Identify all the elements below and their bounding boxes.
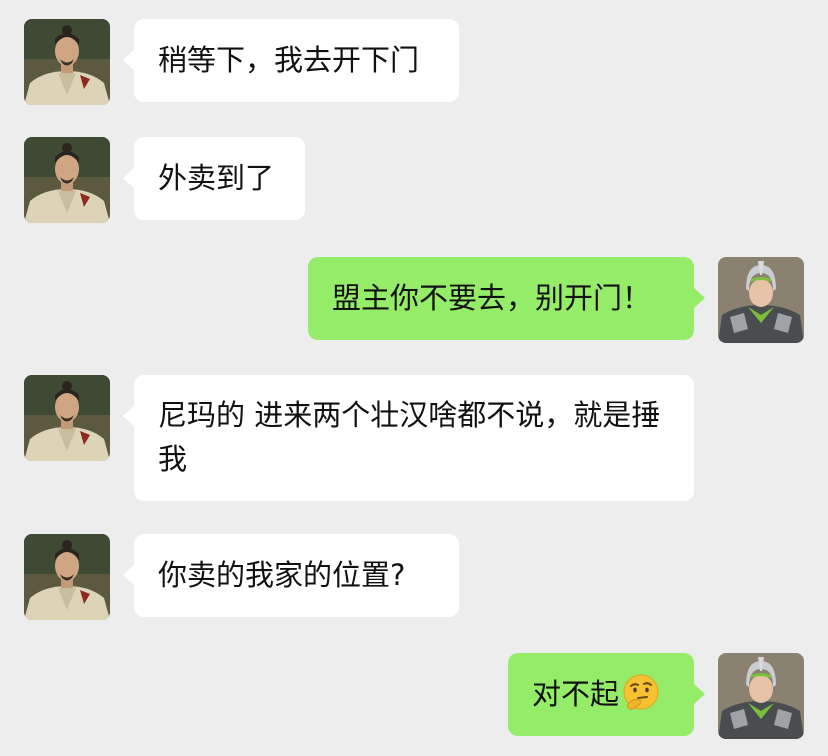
- message-text: 你卖的我家的位置?: [158, 558, 406, 592]
- message-text: 外卖到了: [158, 161, 275, 195]
- message-bubble[interactable]: 尼玛的 进来两个壮汉啥都不说，就是捶我: [123, 375, 694, 501]
- message-text: 尼玛的 进来两个壮汉啥都不说，就是捶我: [158, 398, 661, 476]
- message-text: 盟主你不要去，别开门！: [332, 281, 652, 315]
- thinking-face-emoji: [621, 672, 661, 712]
- chat-conversation: 稍等下，我去开下门 外卖到了 盟主你不要去，别开门！ 尼玛的 进来两个壮汉啥都不…: [0, 0, 828, 756]
- message-text: 稍等下，我去开下门: [158, 43, 420, 77]
- message-bubble-outgoing[interactable]: 对不起: [508, 653, 705, 736]
- scholar-avatar[interactable]: [24, 137, 110, 223]
- message-bubble[interactable]: 稍等下，我去开下门: [123, 19, 459, 102]
- message-text: 对不起: [532, 677, 620, 711]
- message-bubble[interactable]: 你卖的我家的位置?: [123, 534, 459, 617]
- scholar-avatar[interactable]: [24, 375, 110, 461]
- warrior-avatar[interactable]: [718, 653, 804, 739]
- warrior-avatar[interactable]: [718, 257, 804, 343]
- message-bubble-outgoing[interactable]: 盟主你不要去，别开门！: [308, 257, 705, 340]
- scholar-avatar[interactable]: [24, 19, 110, 105]
- scholar-avatar[interactable]: [24, 534, 110, 620]
- message-bubble[interactable]: 外卖到了: [123, 137, 305, 220]
